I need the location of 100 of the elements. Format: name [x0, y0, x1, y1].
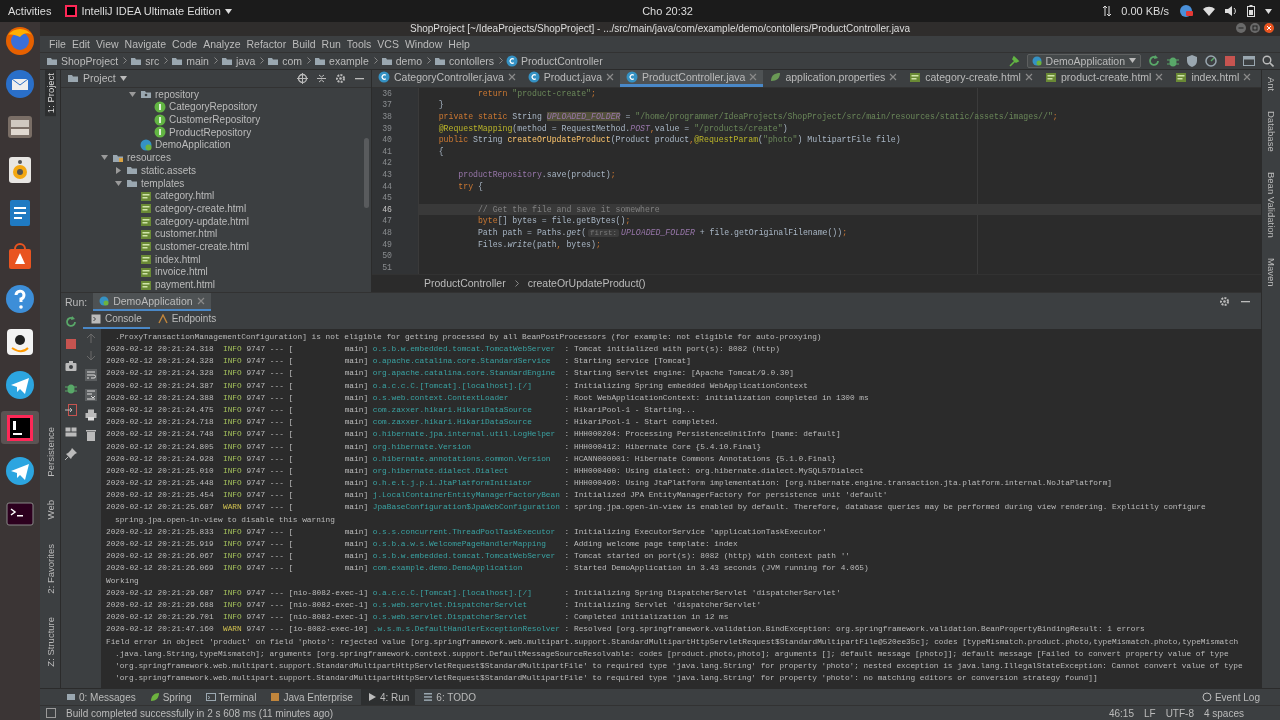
- editor-tab[interactable]: CategoryController.java: [372, 69, 522, 87]
- tree-item[interactable]: category-create.html: [155, 202, 247, 214]
- breadcrumb-item[interactable]: main: [186, 54, 209, 67]
- tree-item[interactable]: index.html: [155, 253, 201, 265]
- stop-icon[interactable]: [65, 337, 77, 350]
- tree-item[interactable]: invoice.html: [155, 266, 208, 278]
- editor-tab[interactable]: category-create.html: [903, 69, 1039, 87]
- collapsed-arrow-icon[interactable]: [114, 166, 122, 174]
- breadcrumb-item[interactable]: ShopProject: [61, 54, 119, 67]
- close-icon[interactable]: [1264, 23, 1274, 33]
- settings-icon[interactable]: [1219, 296, 1230, 308]
- tree-item[interactable]: CategoryRepository: [169, 101, 258, 113]
- tree-item[interactable]: resources: [127, 152, 171, 164]
- file-encoding[interactable]: UTF-8: [1165, 707, 1194, 719]
- editor-tab[interactable]: application.properties: [763, 69, 904, 87]
- tool-window-tab[interactable]: Bean Validation: [1265, 168, 1277, 241]
- tree-item[interactable]: payment.html: [155, 279, 216, 290]
- paper-plane-icon[interactable]: [4, 368, 36, 401]
- breadcrumb-item[interactable]: contollers: [449, 54, 494, 67]
- console-tab[interactable]: Endpoints: [149, 310, 225, 329]
- crosshair-icon[interactable]: [297, 72, 308, 84]
- tool-window-tab[interactable]: 4: Run: [360, 689, 416, 706]
- tool-window-tab[interactable]: Maven: [1265, 254, 1277, 290]
- scroll-to-end-icon[interactable]: [85, 388, 97, 401]
- menu-item[interactable]: Help: [445, 37, 473, 50]
- menu-item[interactable]: Window: [401, 37, 446, 50]
- globe-icon[interactable]: [4, 24, 36, 57]
- menu-item[interactable]: Build: [289, 37, 319, 50]
- breadcrumb-item[interactable]: java: [235, 54, 256, 67]
- tool-window-tab[interactable]: Spring: [143, 689, 198, 706]
- soft-wrap-icon[interactable]: [85, 368, 97, 381]
- menu-item[interactable]: Navigate: [121, 37, 170, 50]
- tool-window-tab[interactable]: Database: [1265, 108, 1277, 155]
- camera-icon[interactable]: [65, 359, 77, 372]
- expanded-arrow-icon[interactable]: [100, 154, 108, 162]
- panel-title[interactable]: Project: [83, 72, 116, 85]
- minimize-icon[interactable]: [1236, 23, 1246, 33]
- app-menu[interactable]: IntelliJ IDEA Ultimate Edition: [81, 5, 221, 17]
- tool-window-tab[interactable]: Terminal: [199, 689, 263, 706]
- rerun-icon[interactable]: [1148, 54, 1160, 67]
- hammer-icon[interactable]: [1007, 54, 1020, 67]
- collapse-icon[interactable]: [316, 72, 327, 84]
- menu-item[interactable]: View: [93, 37, 122, 50]
- tree-item[interactable]: repository: [155, 88, 199, 100]
- indent-setting[interactable]: 4 spaces: [1203, 707, 1244, 719]
- run-configuration-dropdown[interactable]: DemoApplication: [1026, 53, 1141, 68]
- tree-item[interactable]: customer.html: [155, 228, 218, 240]
- maximize-icon[interactable]: [1250, 23, 1260, 33]
- tool-window-tab[interactable]: Persistence: [44, 423, 56, 480]
- stop-icon[interactable]: [1224, 54, 1236, 67]
- breadcrumb-item[interactable]: demo: [395, 54, 423, 67]
- menu-item[interactable]: File: [46, 37, 69, 50]
- clock[interactable]: Cho 20:32: [642, 5, 693, 17]
- menu-item[interactable]: Tools: [343, 37, 375, 50]
- tree-item[interactable]: CustomerRepository: [169, 114, 261, 126]
- pin-icon[interactable]: [65, 447, 77, 460]
- caret-position[interactable]: 46:15: [1108, 707, 1134, 719]
- tree-item[interactable]: templates: [141, 177, 185, 189]
- menu-item[interactable]: Analyze: [200, 37, 244, 50]
- tool-window-tab[interactable]: 6: TODO: [417, 689, 482, 706]
- run-tab[interactable]: DemoApplication: [93, 292, 211, 311]
- tool-window-tab[interactable]: Java Enterprise: [264, 689, 359, 706]
- editor-tab[interactable]: Product.java: [521, 69, 621, 87]
- menu-item[interactable]: Run: [318, 37, 344, 50]
- tree-item[interactable]: category-update.html: [155, 215, 249, 227]
- breadcrumb-item[interactable]: example: [329, 54, 369, 67]
- tree-item[interactable]: DemoApplication: [155, 139, 231, 151]
- menu-item[interactable]: VCS: [374, 37, 402, 50]
- tool-window-tab[interactable]: 2: Favorites: [44, 540, 56, 597]
- trash-icon[interactable]: [85, 428, 97, 441]
- layout-icon[interactable]: [65, 425, 77, 438]
- tool-window-tab[interactable]: Web: [44, 497, 56, 523]
- settings-icon[interactable]: [335, 72, 346, 84]
- shield-icon[interactable]: [1186, 54, 1198, 67]
- tree-item[interactable]: category.html: [155, 190, 215, 202]
- rerun-icon[interactable]: [65, 315, 77, 328]
- paper-plane-icon[interactable]: [4, 454, 36, 487]
- breadcrumb-item[interactable]: src: [145, 54, 160, 67]
- event-log-button[interactable]: Event Log: [1195, 689, 1266, 706]
- tool-window-tab[interactable]: 1: Project: [44, 69, 56, 116]
- tool-window-tab[interactable]: Z: Structure: [44, 614, 56, 671]
- scrollbar[interactable]: [364, 137, 369, 208]
- expanded-arrow-icon[interactable]: [128, 90, 136, 98]
- tree-item[interactable]: customer-create.html: [155, 240, 249, 252]
- breadcrumb-item[interactable]: com: [282, 54, 303, 67]
- breadcrumb-item[interactable]: ProductController: [521, 54, 603, 67]
- breadcrumb-item[interactable]: createOrUpdateProduct(): [527, 277, 646, 290]
- activities-button[interactable]: Activities: [8, 5, 52, 17]
- tool-window-tab[interactable]: 0: Messages: [60, 689, 142, 706]
- help-icon[interactable]: [4, 282, 36, 315]
- menu-item[interactable]: Refactor: [243, 37, 290, 50]
- print-icon[interactable]: [85, 408, 97, 421]
- gauge-icon[interactable]: [1205, 54, 1217, 67]
- menu-item[interactable]: Code: [169, 37, 201, 50]
- envelope-icon[interactable]: [4, 67, 36, 100]
- editor-tab[interactable]: index.html: [1169, 69, 1258, 87]
- menu-item[interactable]: Edit: [68, 37, 93, 50]
- breadcrumb-item[interactable]: ProductController: [424, 277, 506, 290]
- editor-tab[interactable]: product-create.html: [1038, 69, 1170, 87]
- layout-icon[interactable]: [1243, 54, 1255, 67]
